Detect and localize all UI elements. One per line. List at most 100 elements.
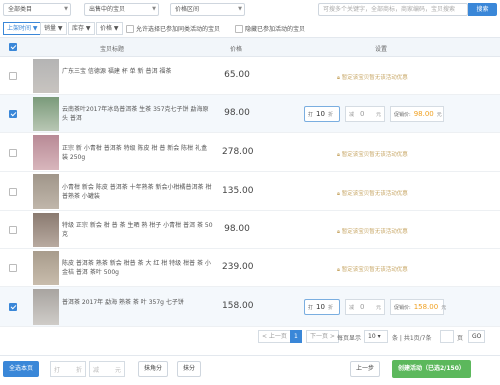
status-select[interactable]: 出售中的宝贝 ▼ bbox=[84, 3, 159, 16]
minus-input[interactable]: 减0 元 bbox=[345, 106, 385, 122]
allow-joined-checkbox[interactable]: 允许选择已参加同类活动的宝贝 bbox=[126, 24, 220, 33]
page-number-button[interactable]: 1 bbox=[290, 330, 302, 343]
next-page-button[interactable]: 下一页 > bbox=[306, 330, 339, 343]
promo-label: 促销价: bbox=[394, 111, 411, 118]
minus-unit: 元 bbox=[375, 111, 381, 118]
chevron-down-icon: ▼ bbox=[64, 6, 68, 12]
promo-price-input[interactable]: 促销价: 98.00 元 bbox=[390, 106, 444, 122]
discount-value: 10 bbox=[316, 303, 325, 311]
chevron-down-icon: ▼ bbox=[238, 6, 242, 12]
table-row: 云南茶叶2017年冰岛普洱茶 生茶 357克七子饼 勐海原头 普洱 98.00 打 1… bbox=[0, 95, 500, 133]
setting-note: 🔒︎ 暂定该宝贝暂无该活动优惠 bbox=[337, 229, 408, 235]
discount-prefix: 打 bbox=[308, 304, 314, 311]
bulk-minus-input[interactable]: 减 元 bbox=[89, 361, 125, 377]
product-price: 98.00 bbox=[224, 108, 250, 118]
table-row: 普洱茶 2017年 勐海 熟茶 茶 叶 357g 七子饼 158.00 打 10 折减 0… bbox=[0, 287, 500, 327]
minus-prefix: 减 bbox=[349, 111, 355, 118]
header-settings: 设置 bbox=[375, 46, 388, 53]
discount-unit: 折 bbox=[327, 304, 333, 311]
product-title[interactable]: 陈皮 普洱茶 熟茶 新会 柑普 茶 大 红 柑 特级 柑普 茶 小金桔 普洱 茶… bbox=[62, 259, 214, 277]
setting-note: 🔒︎ 暂定该宝贝暂无该活动优惠 bbox=[337, 75, 408, 81]
sort-by-listing-time[interactable]: 上架时间 ▼ bbox=[3, 22, 42, 35]
select-all-page-button[interactable]: 全选本页 bbox=[3, 361, 40, 377]
minus-input[interactable]: 减0 元 bbox=[345, 299, 385, 315]
product-thumbnail bbox=[33, 251, 59, 285]
row-checkbox[interactable] bbox=[9, 110, 17, 118]
per-page-label: 每页显示 bbox=[337, 335, 362, 342]
prev-step-button[interactable]: 上一步 bbox=[350, 361, 381, 377]
sort-bar: 上架时间 ▼ 销量 ▼ 库存 ▼ 价格 ▼ 允许选择已参加同类活动的宝贝 隐藏已… bbox=[0, 20, 500, 37]
product-thumbnail bbox=[33, 213, 59, 247]
product-price: 65.00 bbox=[224, 70, 250, 80]
product-thumbnail bbox=[33, 174, 59, 209]
chevron-down-icon: ▼ bbox=[152, 6, 156, 12]
sort-by-stock[interactable]: 库存 ▼ bbox=[68, 22, 95, 35]
promo-unit: 元 bbox=[436, 111, 442, 118]
chevron-down-icon: ▾ bbox=[377, 333, 381, 340]
promo-price: 158.00 bbox=[413, 303, 439, 311]
pagination: < 上一页 1 下一页 > 每页显示 10 ▾ 条 | 共1页/7条 页 GO bbox=[0, 328, 500, 344]
sort-by-price[interactable]: 价格 ▼ bbox=[96, 22, 123, 35]
page-label: 页 bbox=[457, 335, 464, 342]
round-cent-button[interactable]: 抹分 bbox=[177, 361, 202, 377]
checkbox-icon bbox=[235, 24, 243, 33]
price-range-select[interactable]: 价格区间 ▼ bbox=[170, 3, 245, 16]
table-row: 广东三宝 信德源 福建 杯 单 新 普洱 福茶 65.00 🔒︎ 暂定该宝贝暂无该活… bbox=[0, 57, 500, 95]
row-checkbox[interactable] bbox=[9, 303, 17, 311]
category-select[interactable]: 全部类目 ▼ bbox=[3, 3, 71, 16]
product-price: 135.00 bbox=[222, 185, 254, 196]
product-thumbnail bbox=[33, 289, 59, 325]
product-title[interactable]: 小青柑 新会 陈皮 普洱茶 十年熟茶 新会小柑橘普洱茶 柑普熟茶 小罐装 bbox=[62, 183, 214, 201]
promo-price: 98.00 bbox=[413, 110, 434, 118]
product-title[interactable]: 普洱茶 2017年 勐海 熟茶 茶 叶 357g 七子饼 bbox=[62, 298, 214, 316]
row-checkbox[interactable] bbox=[9, 187, 17, 196]
create-activity-button[interactable]: 创建活动（已选2/150） bbox=[392, 360, 471, 378]
product-title[interactable]: 广东三宝 信德源 福建 杯 单 新 普洱 福茶 bbox=[62, 67, 214, 85]
select-all-header-checkbox[interactable] bbox=[9, 43, 17, 51]
product-title[interactable]: 云南茶叶2017年冰岛普洱茶 生茶 357克七子饼 勐海原头 普洱 bbox=[62, 105, 214, 123]
setting-note: 🔒︎ 暂定该宝贝暂无该活动优惠 bbox=[337, 190, 408, 197]
sort-by-sales[interactable]: 销量 ▼ bbox=[40, 22, 67, 35]
row-checkbox[interactable] bbox=[9, 72, 17, 80]
search-input[interactable]: 可搜多个关键字，全部商标，商家编码，宝贝搜索 bbox=[318, 3, 468, 16]
row-checkbox[interactable] bbox=[9, 148, 17, 157]
bottom-action-bar: 全选本页 打 折 减 元 抹角分 抹分 上一步 创建活动（已选2/150） bbox=[0, 355, 500, 385]
setting-note: 🔒︎ 暂定该宝贝暂无该活动优惠 bbox=[337, 151, 408, 158]
product-price: 158.00 bbox=[222, 301, 254, 311]
minus-prefix: 减 bbox=[349, 304, 355, 311]
per-page-select[interactable]: 10 ▾ bbox=[364, 330, 388, 343]
minus-unit: 元 bbox=[375, 304, 381, 311]
discount-input[interactable]: 打 10 折 bbox=[304, 299, 340, 315]
discount-prefix: 打 bbox=[308, 111, 314, 118]
product-title[interactable]: 正宗 新 小青柑 普洱茶 特级 陈皮 柑 普 新会 陈柑 礼盒 装 250g bbox=[62, 144, 214, 162]
discount-input[interactable]: 打 10 折 bbox=[304, 106, 340, 122]
discount-value: 10 bbox=[316, 110, 325, 118]
product-price: 98.00 bbox=[224, 224, 250, 234]
go-button[interactable]: GO bbox=[468, 330, 486, 343]
promo-label: 促销价: bbox=[394, 304, 411, 311]
bulk-discount-input[interactable]: 打 折 bbox=[50, 361, 86, 377]
round-angle-button[interactable]: 抹角分 bbox=[138, 361, 169, 377]
prev-page-button[interactable]: < 上一页 bbox=[258, 330, 291, 343]
table-row: 小青柑 新会 陈皮 普洱茶 十年熟茶 新会小柑橘普洱茶 柑普熟茶 小罐装 135.… bbox=[0, 172, 500, 211]
product-thumbnail bbox=[33, 97, 59, 131]
product-thumbnail bbox=[33, 59, 59, 93]
hide-joined-checkbox[interactable]: 隐藏已参加活动的宝贝 bbox=[235, 24, 305, 33]
promo-price-input[interactable]: 促销价: 158.00 元 bbox=[390, 299, 446, 315]
row-checkbox[interactable] bbox=[9, 226, 17, 234]
header-price: 价格 bbox=[230, 46, 243, 53]
minus-value: 0 bbox=[360, 303, 365, 311]
product-thumbnail bbox=[33, 135, 59, 170]
header-product: 宝贝标题 bbox=[100, 46, 125, 53]
checkbox-icon bbox=[126, 24, 134, 33]
table-row: 特级 正宗 新会 柑 普 茶 生晒 熟 柑子 小青柑 普洱 茶 50 克 98.0… bbox=[0, 211, 500, 249]
page-jump-input[interactable] bbox=[440, 330, 454, 343]
search-button[interactable]: 搜索 bbox=[468, 3, 497, 16]
page-summary: 条 | 共1页/7条 bbox=[392, 335, 432, 342]
product-title[interactable]: 特级 正宗 新会 柑 普 茶 生晒 熟 柑子 小青柑 普洱 茶 50 克 bbox=[62, 221, 214, 239]
table-header: 宝贝标题 价格 设置 bbox=[0, 37, 500, 57]
discount-unit: 折 bbox=[327, 111, 333, 118]
table-row: 陈皮 普洱茶 熟茶 新会 柑普 茶 大 红 柑 特级 柑普 茶 小金桔 普洱 茶… bbox=[0, 249, 500, 287]
minus-value: 0 bbox=[360, 110, 365, 118]
row-checkbox[interactable] bbox=[9, 264, 17, 272]
